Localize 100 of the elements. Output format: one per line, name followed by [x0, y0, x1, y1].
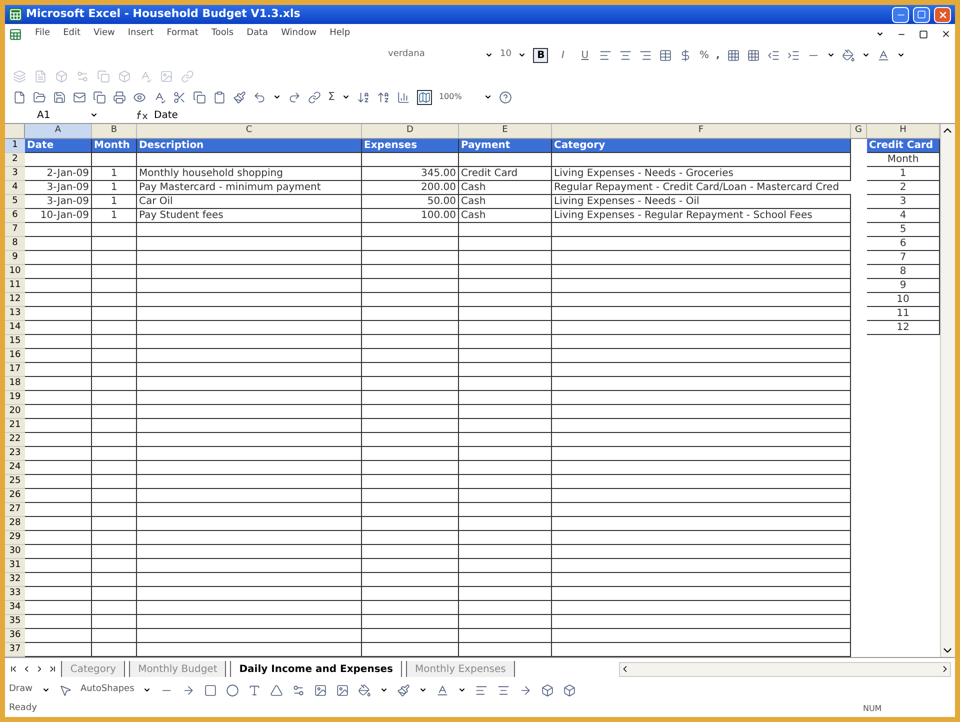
row-header[interactable]: 16	[5, 349, 25, 363]
align-left-icon[interactable]	[599, 48, 612, 62]
menu-item[interactable]: Insert	[128, 27, 154, 41]
menu-item[interactable]: Window	[281, 27, 317, 41]
row-header[interactable]: 2	[5, 153, 25, 167]
row-header[interactable]: 12	[5, 293, 25, 307]
font-style-button[interactable]: I	[555, 48, 570, 62]
row-header[interactable]: 5	[5, 195, 25, 209]
format-painter-icon[interactable]	[233, 90, 246, 104]
dropdown-caret-icon[interactable]	[518, 51, 526, 59]
menu-item[interactable]: Tools	[211, 27, 234, 41]
fill-color-icon[interactable]	[842, 48, 855, 62]
column-header[interactable]: D	[362, 124, 459, 138]
dropdown-caret-icon[interactable]	[380, 686, 388, 694]
dropdown-caret-icon[interactable]	[485, 51, 493, 59]
row-header[interactable]: 21	[5, 419, 25, 433]
horizontal-scrollbar[interactable]	[618, 662, 951, 676]
row-header[interactable]: 24	[5, 461, 25, 475]
arrow-style-icon[interactable]	[519, 684, 532, 696]
row-header[interactable]: 32	[5, 573, 25, 587]
workbook-icon[interactable]	[9, 28, 22, 40]
row-header[interactable]: 14	[5, 321, 25, 335]
clip-art-icon[interactable]	[314, 684, 328, 696]
spellcheck-icon[interactable]	[153, 90, 166, 104]
align-right-icon[interactable]	[639, 48, 652, 62]
row-header[interactable]: 37	[5, 643, 25, 657]
align-center-icon[interactable]	[619, 48, 632, 62]
menu-item[interactable]: Edit	[63, 27, 80, 41]
column-header[interactable]: G	[851, 124, 867, 138]
column-header[interactable]: B	[92, 124, 137, 138]
fill-color-icon[interactable]	[358, 684, 372, 696]
autoshapes-menu[interactable]: AutoShapes	[80, 683, 134, 697]
print-icon[interactable]	[113, 90, 126, 104]
dropdown-caret-icon[interactable]	[896, 51, 905, 59]
indent-icon[interactable]	[786, 48, 800, 62]
dropdown-caret-icon[interactable]	[862, 51, 870, 59]
column-header[interactable]: C	[137, 124, 362, 138]
row-header[interactable]: 27	[5, 503, 25, 517]
font-color-icon[interactable]	[436, 684, 450, 696]
row-header[interactable]: 3	[5, 167, 25, 181]
row-header[interactable]: 11	[5, 279, 25, 293]
dropdown-caret-icon[interactable]	[419, 686, 428, 694]
autosum-button[interactable]: Σ	[328, 88, 335, 106]
row-header[interactable]: 36	[5, 629, 25, 643]
percent-button[interactable]: %	[699, 48, 709, 62]
dropdown-caret-icon[interactable]	[143, 686, 152, 694]
line-color-icon[interactable]	[397, 684, 410, 696]
restore-icon[interactable]	[919, 30, 928, 38]
mail-icon[interactable]	[73, 90, 86, 104]
row-header[interactable]: 35	[5, 615, 25, 629]
row-header[interactable]: 28	[5, 517, 25, 531]
row-header[interactable]: 23	[5, 447, 25, 461]
dropdown-caret-icon[interactable]	[342, 93, 350, 101]
menu-item[interactable]: Format	[166, 27, 198, 41]
outdent-icon[interactable]	[766, 48, 780, 62]
row-header[interactable]: 15	[5, 335, 25, 349]
dropdown-caret-icon[interactable]	[484, 93, 492, 101]
row-header[interactable]: 10	[5, 265, 25, 279]
3d-icon[interactable]	[563, 684, 576, 696]
maximize-button[interactable]	[913, 6, 930, 22]
menu-item[interactable]: View	[94, 27, 115, 41]
font-color-icon[interactable]	[876, 48, 890, 62]
row-header[interactable]: 33	[5, 587, 25, 601]
draw-menu[interactable]: Draw	[9, 683, 33, 697]
merge-cells-icon[interactable]	[659, 48, 672, 62]
menu-item[interactable]: Help	[330, 27, 350, 41]
font-size-field[interactable]: 10	[500, 48, 512, 62]
row-header[interactable]: 1	[5, 139, 25, 153]
zoom-field[interactable]: 100%	[438, 91, 477, 103]
row-header[interactable]: 30	[5, 545, 25, 559]
rectangle-icon[interactable]	[204, 684, 218, 696]
sort-descending-icon[interactable]	[376, 90, 390, 104]
new-file-icon[interactable]	[13, 90, 26, 104]
row-header[interactable]: 25	[5, 475, 25, 489]
row-header[interactable]: 13	[5, 307, 25, 321]
row-header[interactable]: 7	[5, 223, 25, 237]
chart-icon[interactable]	[396, 90, 410, 104]
redo-icon[interactable]	[288, 90, 301, 104]
row-header[interactable]: 31	[5, 559, 25, 573]
row-header[interactable]: 8	[5, 237, 25, 251]
close-icon[interactable]	[941, 29, 951, 39]
row-header[interactable]: 17	[5, 363, 25, 377]
dropdown-caret-icon[interactable]	[42, 686, 50, 694]
row-header[interactable]: 18	[5, 377, 25, 391]
comma-button[interactable]: ,	[716, 48, 720, 62]
row-header[interactable]: 4	[5, 181, 25, 195]
row-header[interactable]: 22	[5, 433, 25, 447]
menu-item[interactable]: File	[35, 27, 50, 41]
dropdown-caret-icon[interactable]	[90, 111, 98, 119]
vertical-scrollbar[interactable]	[940, 124, 955, 657]
dropdown-caret-icon[interactable]	[273, 93, 281, 101]
row-header[interactable]: 26	[5, 489, 25, 503]
minimize-button[interactable]	[892, 6, 909, 22]
hyperlink-icon[interactable]	[308, 90, 321, 104]
dropdown-caret-icon[interactable]	[458, 686, 466, 694]
copy-icon[interactable]	[193, 90, 206, 104]
undo-icon[interactable]	[253, 90, 266, 104]
first-sheet-icon[interactable]	[9, 664, 18, 674]
sort-ascending-icon[interactable]	[356, 90, 370, 104]
name-box[interactable]: A1	[5, 108, 90, 122]
